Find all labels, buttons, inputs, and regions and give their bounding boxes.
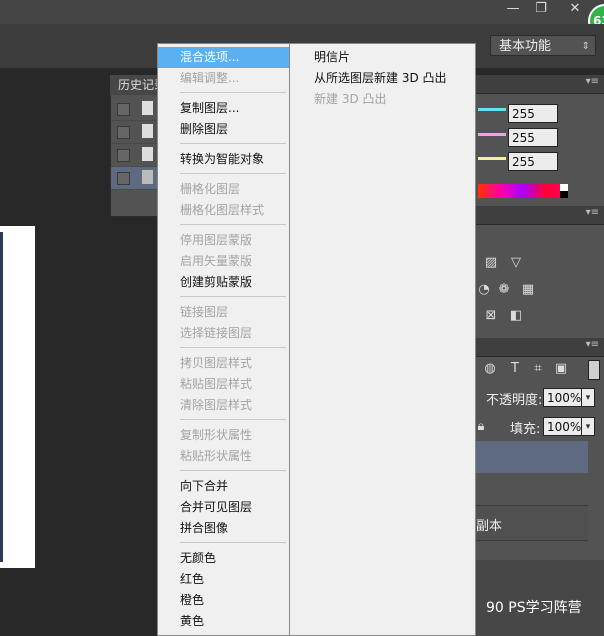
gradient-map-icon[interactable]: ▽ <box>508 256 524 270</box>
context-menu-item[interactable]: 拼合图像 <box>158 518 289 539</box>
submenu-item[interactable]: 明信片 <box>290 47 475 68</box>
channel-mixer-icon[interactable]: ◔ <box>476 283 492 297</box>
levels-icon[interactable]: ▨ <box>483 256 499 270</box>
minimize-button[interactable]: — <box>498 0 528 20</box>
history-checkbox[interactable] <box>117 103 130 116</box>
type-filter-icon[interactable]: T <box>507 362 523 376</box>
restore-button[interactable]: ❐ <box>526 0 556 20</box>
context-menu-item: 复制形状属性 <box>180 428 253 442</box>
context-menu-item: 停用图层蒙版 <box>180 233 253 247</box>
context-submenu: 明信片 从所选图层新建 3D 凸出新建 3D 凸出 <box>290 43 476 636</box>
shape-filter-icon[interactable]: ⌗ <box>530 362 546 376</box>
color-slider-b[interactable] <box>478 157 506 160</box>
context-menu-item: 编辑调整... <box>180 71 240 85</box>
layer-name[interactable]: 副本 <box>476 515 502 534</box>
color-lookup-icon[interactable]: ▦ <box>520 283 536 297</box>
watermark-text: 90 PS学习阵营 <box>486 600 582 616</box>
white-swatch[interactable] <box>560 184 568 191</box>
history-checkbox[interactable] <box>117 126 130 139</box>
opacity-dropdown[interactable]: ▾ <box>581 388 595 407</box>
context-menu-item: 清除图层样式 <box>180 398 253 412</box>
document-canvas[interactable] <box>0 226 35 568</box>
color-slider-r[interactable] <box>478 108 506 111</box>
black-swatch[interactable] <box>560 191 568 198</box>
menu-separator <box>180 92 286 93</box>
context-menu-item: 启用矢量蒙版 <box>180 254 253 268</box>
opacity-label: 不透明度: <box>486 393 543 408</box>
context-menu-item[interactable]: 创建剪贴蒙版 <box>158 272 289 293</box>
context-menu-item: 选择链接图层 <box>180 326 253 340</box>
threshold-icon[interactable]: ◧ <box>508 309 524 323</box>
filter-toggle[interactable] <box>588 360 600 380</box>
menu-separator <box>180 419 286 420</box>
layer-row-selected[interactable] <box>476 441 588 473</box>
color-value-r[interactable]: 255 <box>508 104 558 123</box>
close-button[interactable]: ✕ <box>560 0 590 20</box>
color-balance-icon[interactable]: ❁ <box>496 283 512 297</box>
color-spectrum[interactable] <box>478 184 568 198</box>
context-menu-item: 粘贴图层样式 <box>180 377 253 391</box>
adjustments-panel-header[interactable]: ▾≡ <box>476 206 604 225</box>
layer-context-menu: 混合选项... 编辑调整... 复制图层... 删除图层转换为智能对象栅格化图层栅格化… <box>157 43 290 636</box>
context-menu-item[interactable]: 混合选项... <box>158 47 289 68</box>
context-menu-item[interactable]: 向下合并 <box>158 476 289 497</box>
document-image-edge <box>0 232 3 562</box>
menu-separator <box>180 224 286 225</box>
menu-separator <box>180 470 286 471</box>
context-menu-item: 栅格化图层 <box>180 182 241 196</box>
color-panel-header[interactable]: ▾≡ <box>476 75 604 94</box>
panel-menu-icon[interactable]: ▾≡ <box>586 339 599 350</box>
panel-menu-icon[interactable]: ▾≡ <box>586 207 599 218</box>
smart-object-filter-icon[interactable]: ▣ <box>553 362 569 376</box>
workspace-select-label: 基本功能 <box>499 39 552 54</box>
context-menu-item[interactable]: 复制图层... <box>158 98 289 119</box>
panel-menu-icon[interactable]: ▾≡ <box>586 76 599 87</box>
layers-panel-header[interactable]: ▾≡ <box>476 338 604 357</box>
context-menu-item[interactable]: 黄色 <box>158 611 289 632</box>
menu-separator <box>180 143 286 144</box>
menu-separator <box>180 542 286 543</box>
history-checkbox[interactable] <box>117 149 130 162</box>
context-menu-item: 拷贝图层样式 <box>180 356 253 370</box>
context-menu-item[interactable]: 合并可见图层 <box>158 497 289 518</box>
context-menu-item[interactable]: 橙色 <box>158 590 289 611</box>
context-menu-item: 粘贴形状属性 <box>180 449 253 463</box>
context-menu-item: 栅格化图层样式 <box>180 203 265 217</box>
context-menu-item[interactable]: 无颜色 <box>158 548 289 569</box>
menu-separator <box>180 173 286 174</box>
workspace-select[interactable]: 基本功能 ⇕ <box>490 35 596 56</box>
history-checkbox[interactable] <box>117 172 130 185</box>
fill-label: 填充: <box>510 422 541 437</box>
menu-separator <box>180 347 286 348</box>
context-menu-item[interactable]: 红色 <box>158 569 289 590</box>
brush-icon <box>142 170 153 184</box>
color-value-b[interactable]: 255 <box>508 152 558 171</box>
context-menu-item: 链接图层 <box>180 305 229 319</box>
menu-separator <box>180 296 286 297</box>
document-icon <box>142 147 153 161</box>
invert-icon[interactable]: ⊠ <box>483 309 499 323</box>
submenu-item[interactable]: 从所选图层新建 3D 凸出 <box>290 68 475 89</box>
fill-dropdown[interactable]: ▾ <box>581 417 595 436</box>
context-menu-item[interactable]: 删除图层 <box>158 119 289 140</box>
color-slider-g[interactable] <box>478 133 506 136</box>
updown-arrow-icon: ⇕ <box>581 41 590 52</box>
context-menu-item[interactable]: 转换为智能对象 <box>158 149 289 170</box>
document-icon <box>142 124 153 138</box>
filter-adjustment-icon[interactable]: ◍ <box>482 362 498 376</box>
lock-icon[interactable]: 🔒︎ <box>476 420 486 434</box>
submenu-item: 新建 3D 凸出 <box>314 92 387 106</box>
color-value-g[interactable]: 255 <box>508 128 558 147</box>
document-icon <box>142 101 153 115</box>
